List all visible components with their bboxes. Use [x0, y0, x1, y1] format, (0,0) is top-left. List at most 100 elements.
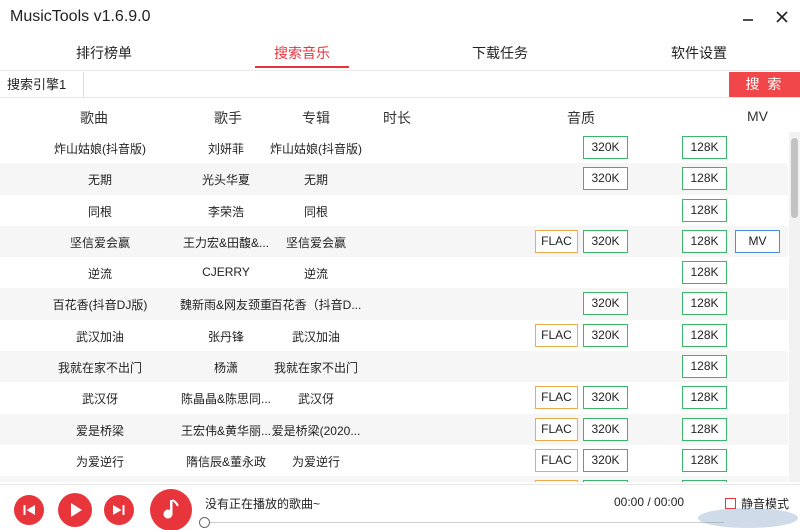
song-artist: 李荣浩 — [207, 204, 244, 219]
song-title: 逆流 — [87, 267, 112, 282]
tab-search-music[interactable]: 搜索音乐 — [212, 38, 392, 70]
320k-download-button[interactable]: 320K — [583, 417, 628, 441]
title-bar: MusicTools v1.6.9.0 — [0, 0, 800, 36]
column-mv: MV — [747, 108, 768, 124]
search-input[interactable] — [84, 72, 728, 97]
song-album: 爱是桥梁(2020... — [271, 423, 361, 438]
320k-download-button[interactable]: 320K — [583, 229, 628, 253]
flac-download-button[interactable]: FLAC — [535, 229, 578, 253]
list-header: 歌曲 歌手 专辑 时长 音质 MV — [0, 100, 800, 132]
song-artist: 杨潇 — [213, 361, 238, 376]
song-row[interactable]: 同根 李荣浩 同根 128K — [0, 195, 788, 226]
320k-download-button[interactable]: 320K — [583, 386, 628, 410]
song-artist: 王力宏&田馥&... — [182, 235, 269, 250]
main-tabs: 排行榜单 搜索音乐 下载任务 软件设置 — [0, 38, 800, 70]
flac-download-button[interactable]: FLAC — [535, 323, 578, 347]
song-row[interactable]: 武汉伢 陈晶晶&陈思同... 武汉伢 FLAC 320K 128K — [0, 382, 788, 413]
320k-download-button[interactable]: 320K — [583, 480, 628, 482]
128k-download-button[interactable]: 128K — [682, 386, 727, 410]
song-album: 无期 — [303, 173, 328, 188]
song-artist: 张丹锋 — [207, 329, 244, 344]
song-title: 无期 — [87, 173, 112, 188]
prev-button[interactable] — [14, 495, 44, 525]
song-title: 同根 — [87, 204, 112, 219]
song-row[interactable]: 炸山姑娘(抖音版) 刘妍菲 炸山姑娘(抖音版) 320K 128K — [0, 132, 788, 163]
320k-download-button[interactable]: 320K — [583, 448, 628, 472]
320k-download-button[interactable]: 320K — [583, 323, 628, 347]
song-row[interactable]: 爱是桥梁 王宏伟&黄华丽... 爱是桥梁(2020... FLAC 320K 128K — [0, 413, 788, 445]
flac-download-button[interactable]: FLAC — [535, 386, 578, 410]
play-button[interactable] — [58, 493, 92, 527]
column-artist: 歌手 — [214, 110, 242, 126]
song-artist: 隋信辰&董永政 — [185, 454, 266, 469]
128k-download-button[interactable]: 128K — [682, 261, 727, 285]
320k-download-button[interactable]: 320K — [583, 292, 628, 316]
song-album: 武汉伢 — [297, 392, 334, 407]
tab-download-tasks[interactable]: 下载任务 — [410, 38, 590, 70]
song-album: 为爱逆行 — [291, 454, 340, 469]
song-album: 坚信爱会赢 — [285, 235, 346, 250]
song-album: 同根 — [303, 204, 328, 219]
song-album: 炸山姑娘(抖音版) — [270, 142, 362, 156]
128k-download-button[interactable]: 128K — [682, 198, 727, 222]
128k-download-button[interactable]: 128K — [682, 355, 727, 379]
128k-download-button[interactable]: 128K — [682, 448, 727, 472]
tab-rankings[interactable]: 排行榜单 — [14, 38, 194, 70]
song-title: 武汉加油 — [75, 329, 124, 344]
column-quality: 音质 — [567, 110, 595, 126]
song-title: 炸山姑娘(抖音版) — [54, 142, 146, 156]
song-album: 我就在家不出门 — [273, 361, 358, 376]
site-watermark-logo — [698, 508, 798, 528]
minimize-icon[interactable] — [736, 6, 760, 28]
128k-download-button[interactable]: 128K — [682, 480, 727, 482]
flac-download-button[interactable]: FLAC — [535, 448, 578, 472]
flac-download-button[interactable]: FLAC — [535, 417, 578, 441]
song-row[interactable]: FLAC 320K 128K — [0, 476, 788, 482]
music-note-icon — [163, 499, 179, 519]
song-row[interactable]: 无期 光头华夏 无期 320K 128K — [0, 163, 788, 195]
128k-download-button[interactable]: 128K — [682, 229, 727, 253]
column-album: 专辑 — [302, 110, 330, 126]
song-row[interactable]: 百花香(抖音DJ版) 魏新雨&网友颈重 百花香（抖音D... 320K 128K — [0, 288, 788, 320]
progress-knob[interactable] — [199, 517, 210, 528]
128k-download-button[interactable]: 128K — [682, 136, 727, 159]
next-button[interactable] — [104, 495, 134, 525]
tab-settings[interactable]: 软件设置 — [609, 38, 789, 70]
320k-download-button[interactable]: 320K — [583, 167, 628, 191]
now-playing-text: 没有正在播放的歌曲~ — [205, 497, 321, 511]
song-title: 坚信爱会赢 — [69, 235, 130, 250]
song-album: 百花香（抖音D... — [270, 298, 362, 313]
scrollbar-thumb[interactable] — [791, 138, 798, 218]
song-artist: CJERRY — [202, 265, 250, 280]
128k-download-button[interactable]: 128K — [682, 323, 727, 347]
song-artist: 魏新雨&网友颈重 — [180, 298, 272, 313]
song-artist: 光头华夏 — [201, 173, 250, 188]
128k-download-button[interactable]: 128K — [682, 167, 727, 191]
song-row[interactable]: 逆流 CJERRY 逆流 128K — [0, 257, 788, 288]
song-row[interactable]: 我就在家不出门 杨潇 我就在家不出门 128K — [0, 351, 788, 383]
close-icon[interactable] — [770, 6, 794, 28]
column-song: 歌曲 — [80, 110, 108, 126]
song-album: 武汉加油 — [291, 329, 340, 344]
now-playing-cover[interactable] — [150, 489, 192, 530]
search-button[interactable]: 搜 索 — [729, 72, 800, 97]
song-row[interactable]: 武汉加油 张丹锋 武汉加油 FLAC 320K 128K — [0, 320, 788, 351]
search-bar: 搜索引擎1 搜 索 — [0, 70, 800, 98]
320k-download-button[interactable]: 320K — [583, 136, 628, 159]
column-duration: 时长 — [383, 110, 411, 126]
song-list: 炸山姑娘(抖音版) 刘妍菲 炸山姑娘(抖音版) 320K 128K 无期 光头华夏 无期 320… — [0, 132, 788, 482]
player-bar: 没有正在播放的歌曲~ 00:00 / 00:00 静音模式 — [0, 484, 800, 530]
song-artist: 陈晶晶&陈思同... — [180, 392, 271, 407]
song-title: 百花香(抖音DJ版) — [52, 298, 148, 313]
mv-button[interactable]: MV — [735, 229, 780, 253]
search-engine-select[interactable]: 搜索引擎1 — [4, 72, 84, 97]
app-title: MusicTools v1.6.9.0 — [10, 8, 151, 25]
song-title: 武汉伢 — [81, 392, 118, 407]
progress-track[interactable] — [204, 522, 724, 523]
song-row[interactable]: 为爱逆行 隋信辰&董永政 为爱逆行 FLAC 320K 128K — [0, 445, 788, 476]
list-scrollbar[interactable] — [789, 132, 800, 482]
128k-download-button[interactable]: 128K — [682, 292, 727, 316]
song-row[interactable]: 坚信爱会赢 王力宏&田馥&... 坚信爱会赢 FLAC 320K 128K MV — [0, 225, 788, 258]
128k-download-button[interactable]: 128K — [682, 417, 727, 441]
flac-download-button[interactable]: FLAC — [535, 480, 578, 482]
